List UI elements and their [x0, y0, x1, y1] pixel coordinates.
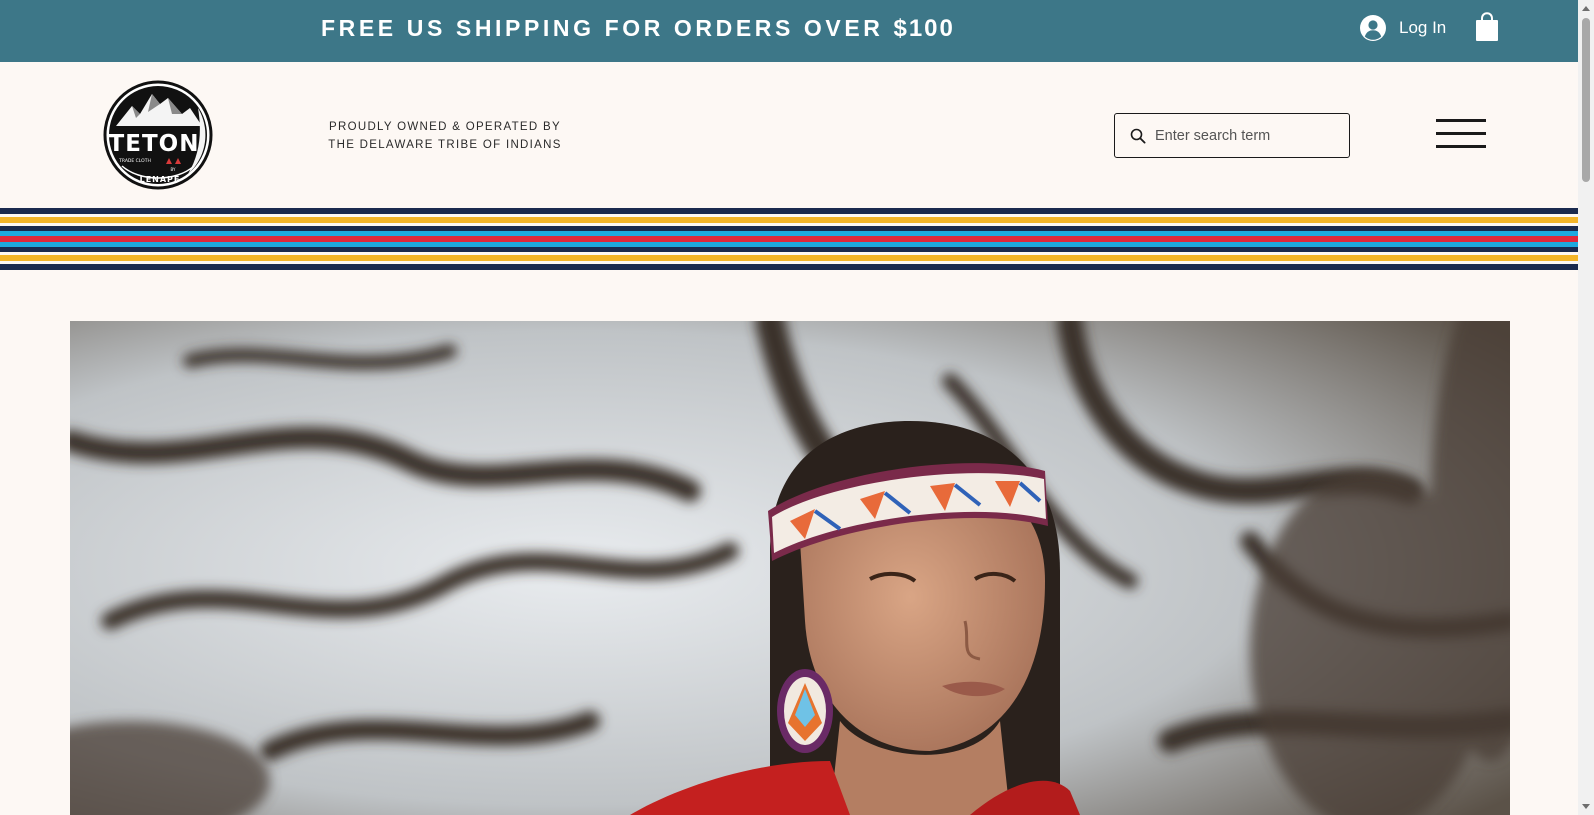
scroll-thumb[interactable]: [1582, 18, 1590, 182]
teton-logo[interactable]: TETON TRADE CLOTH BY LENAPE: [102, 78, 214, 192]
decorative-stripes: [0, 208, 1578, 272]
hero-illustration: [70, 321, 1510, 815]
logo-by-text: BY: [171, 167, 177, 172]
vertical-scrollbar[interactable]: [1578, 0, 1594, 815]
search-input[interactable]: [1155, 127, 1345, 144]
scroll-down-arrow-icon[interactable]: [1582, 804, 1590, 809]
login-button[interactable]: Log In: [1360, 14, 1446, 42]
stripe-navy: [0, 264, 1578, 270]
site-header: TETON TRADE CLOTH BY LENAPE PROUDLY OWNE…: [0, 62, 1578, 208]
tagline-line-2: THE DELAWARE TRIBE OF INDIANS: [328, 139, 562, 151]
login-label: Log In: [1399, 18, 1447, 37]
search-icon: [1130, 128, 1146, 144]
logo-brand-text: LENAPE: [140, 175, 181, 184]
menu-bar-bottom: [1436, 145, 1486, 148]
promo-bar: FREE US SHIPPING FOR ORDERS OVER $100 Lo…: [0, 0, 1578, 62]
tagline: PROUDLY OWNED & OPERATED BY THE DELAWARE…: [320, 118, 570, 154]
promo-amount: $100: [893, 15, 955, 42]
search-box[interactable]: [1114, 113, 1350, 158]
promo-message: FREE US SHIPPING FOR ORDERS OVER: [321, 15, 894, 41]
scroll-up-arrow-icon[interactable]: [1582, 6, 1590, 11]
menu-bar-middle: [1436, 132, 1486, 135]
hamburger-menu-icon[interactable]: [1436, 117, 1486, 151]
logo-main-text: TETON: [109, 131, 200, 157]
shopping-bag-icon[interactable]: [1475, 12, 1499, 42]
menu-bar-top: [1436, 119, 1486, 122]
promo-text: FREE US SHIPPING FOR ORDERS OVER $100: [321, 13, 955, 44]
hero-image: [70, 321, 1510, 815]
tagline-line-1: PROUDLY OWNED & OPERATED BY: [329, 121, 561, 133]
user-avatar-icon: [1360, 15, 1386, 41]
logo-sub-text: TRADE CLOTH: [118, 158, 151, 164]
